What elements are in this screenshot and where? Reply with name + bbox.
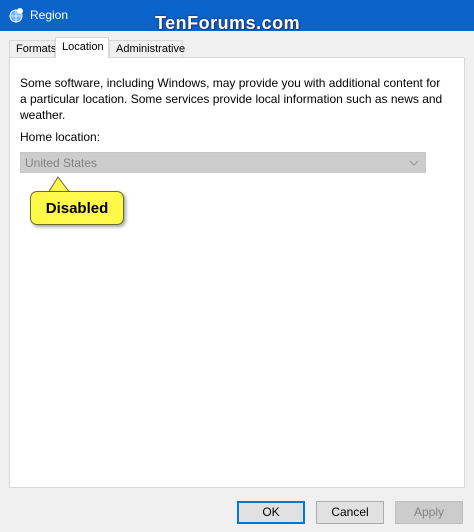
home-location-value: United States <box>25 156 98 170</box>
apply-button[interactable]: Apply <box>395 501 463 524</box>
location-panel: Some software, including Windows, may pr… <box>9 57 465 488</box>
home-location-label: Home location: <box>20 130 101 144</box>
tab-administrative[interactable]: Administrative <box>109 40 185 57</box>
location-description: Some software, including Windows, may pr… <box>20 76 443 122</box>
title-bar: Region TenForums.com <box>0 0 474 33</box>
tab-formats[interactable]: Formats <box>9 40 56 57</box>
home-location-select[interactable]: United States <box>20 152 426 173</box>
callout-text: Disabled <box>45 200 109 217</box>
ok-button[interactable]: OK <box>237 501 305 524</box>
watermark: TenForums.com <box>155 13 301 33</box>
window-title: Region <box>30 8 69 22</box>
region-globe-icon <box>9 8 23 23</box>
cancel-button[interactable]: Cancel <box>316 501 384 524</box>
chevron-down-icon <box>409 160 419 166</box>
disabled-callout: Disabled <box>30 191 124 225</box>
tab-location[interactable]: Location <box>55 37 109 58</box>
